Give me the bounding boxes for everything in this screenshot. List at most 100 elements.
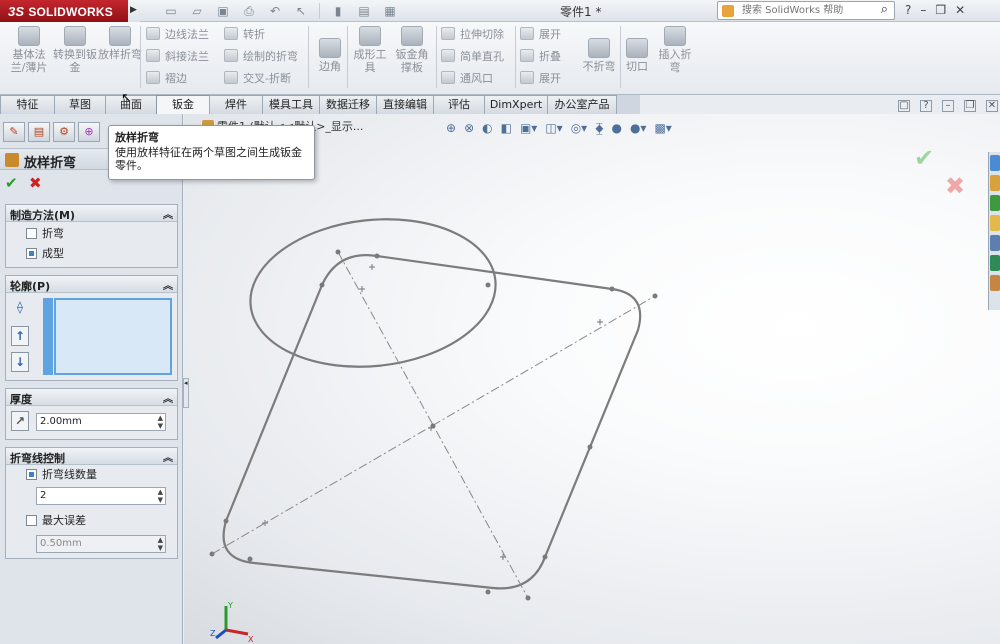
tab-office-products[interactable]: 办公室产品 [547,95,617,114]
select-icon[interactable]: ↖ [290,3,312,19]
view-orientation-icon[interactable]: ▣▾ [520,121,537,136]
thickness-input[interactable]: 2.00mm ▲ ▼ [36,413,166,431]
tab-data-migration[interactable]: 数据迁移 [319,95,377,114]
collapse-icon[interactable]: ︽ [163,277,173,292]
collapse-icon[interactable]: ︽ [163,449,173,464]
vent-button[interactable]: 通风口 [441,70,493,88]
thickness-header[interactable]: 厚度 ︽ [6,389,177,406]
forming-tool-button[interactable]: 成形工具 [350,24,390,74]
display-style-icon[interactable]: ◫▾ [545,121,562,136]
tab-weldments[interactable]: 焊件 [209,95,263,114]
collapse-icon[interactable]: ︽ [163,390,173,405]
hem-button[interactable]: 褶边 [146,70,187,88]
cancel-button[interactable]: ✖ [29,174,42,192]
miter-flange-button[interactable]: 斜接法兰 [146,48,209,66]
reverse-direction-icon[interactable]: ↗ [11,411,29,431]
tab-sketch[interactable]: 草图 [54,95,106,114]
tab-sheet-metal[interactable]: 钣金 [156,95,210,114]
scene-icon[interactable]: ●▾ [630,121,647,136]
sketched-bend-button[interactable]: 绘制的折弯 [224,48,298,66]
option-formed[interactable]: 成型 [26,247,64,261]
edit-appearance-icon[interactable]: ⧱ [595,121,603,136]
gusset-button[interactable]: 钣金角撑板 [392,24,432,74]
options-icon[interactable]: ▦ [379,3,401,19]
view-settings-icon[interactable]: ▩▾ [654,121,671,136]
tab-evaluate[interactable]: 评估 [433,95,485,114]
section-view-icon[interactable]: ◧ [501,121,512,136]
property-manager-icon[interactable]: ▤ [28,122,50,142]
no-bends-button[interactable]: 不折弯 [576,36,622,73]
flatten-button[interactable]: 展开 [520,70,561,88]
close-icon[interactable]: ✕ [955,3,965,17]
pane-collapse-handle[interactable]: ◂ [183,378,189,408]
previous-view-icon[interactable]: ◐ [482,121,492,136]
print-icon[interactable]: ⎙ [238,3,260,19]
file-explorer-icon[interactable] [990,195,1000,211]
bend-line-count-input[interactable]: 2 ▲ ▼ [36,487,166,505]
graphics-area[interactable] [184,114,1000,644]
open-document-icon[interactable]: ▱ [186,3,208,19]
ok-button[interactable]: ✔ [5,174,18,192]
dimxpert-manager-icon[interactable]: ⊕ [78,122,100,142]
doc-close-icon[interactable]: ✕ [986,100,998,112]
insert-bends-button[interactable]: 插入折弯 [654,24,696,74]
solidworks-logo[interactable]: 3S SOLIDWORKS [0,0,128,22]
restore-icon[interactable]: ❐ [935,3,946,17]
view-palette-icon[interactable] [990,235,1000,251]
collapse-icon[interactable]: ︽ [163,206,173,221]
tab-features[interactable]: 特征 [0,95,55,114]
bend-line-control-header[interactable]: 折弯线控制 ︽ [6,448,177,465]
zoom-to-fit-icon[interactable]: ⊕ [446,121,456,136]
custom-properties-icon[interactable] [990,275,1000,291]
feature-manager-icon[interactable]: ✎ [3,122,25,142]
minimize-icon[interactable]: – [920,3,926,17]
rebuild-icon[interactable]: ▮ [327,3,349,19]
file-properties-icon[interactable]: ▤ [353,3,375,19]
profile-selection-list[interactable] [54,298,172,375]
hide-show-icon[interactable]: ◎▾ [571,121,588,136]
option-maximum-deviation[interactable]: 最大误差 [26,514,86,528]
search-icon[interactable]: ⌕ [881,2,888,17]
formed-checkbox[interactable] [26,248,37,259]
number-of-bend-lines-checkbox[interactable] [26,469,37,480]
option-bent[interactable]: 折弯 [26,227,64,241]
doc-minimize-icon[interactable]: – [942,100,954,112]
unfold-button[interactable]: 展开 [520,26,561,44]
simple-hole-button[interactable]: 简单直孔 [441,48,504,66]
bent-checkbox[interactable] [26,228,37,239]
extruded-cut-button[interactable]: 拉伸切除 [441,26,504,44]
help-icon[interactable]: ? [905,3,911,17]
confirm-corner-cancel-icon[interactable]: ✖ [945,172,965,200]
tab-mold-tools[interactable]: 模具工具 [262,95,320,114]
lofted-bend-button[interactable]: 放样折弯 [97,24,143,61]
solidworks-resources-icon[interactable] [990,155,1000,171]
profiles-header[interactable]: 轮廓(P) ︽ [6,276,177,293]
thickness-spinner[interactable]: ▲ ▼ [158,414,163,430]
search-folder-icon[interactable] [990,215,1000,231]
manufacturing-method-header[interactable]: 制造方法(M) ︽ [6,205,177,222]
cross-break-button[interactable]: 交叉-折断 [224,70,291,88]
save-icon[interactable]: ▣ [212,3,234,19]
undo-icon[interactable]: ↶ [264,3,286,19]
help-search-input[interactable] [740,3,870,18]
move-up-icon[interactable]: ↑ [11,326,29,346]
fold-button[interactable]: 折叠 [520,48,561,66]
convert-sheet-metal-button[interactable]: 转换到钣金 [52,24,98,74]
tile-icon[interactable]: ▢ [898,100,910,112]
bend-line-count-spinner[interactable]: ▲ ▼ [158,488,163,504]
menu-arrow-icon[interactable]: ▶ [128,0,140,22]
edge-flange-button[interactable]: 边线法兰 [146,26,209,44]
option-number-of-bend-lines[interactable]: 折弯线数量 [26,468,97,482]
appearances-icon[interactable] [990,255,1000,271]
zoom-area-icon[interactable]: ⊗ [464,121,474,136]
tab-dimxpert[interactable]: DimXpert [484,95,548,114]
jog-button[interactable]: 转折 [224,26,265,44]
design-library-icon[interactable] [990,175,1000,191]
help-search-box[interactable]: ⌕ [717,1,895,20]
confirm-corner-ok-icon[interactable]: ✔ [914,144,934,172]
search-source-icon[interactable] [722,5,734,17]
help-doc-icon[interactable]: ? [920,100,932,112]
rip-button[interactable]: 切口 [620,36,654,73]
tab-direct-editing[interactable]: 直接编辑 [376,95,434,114]
configuration-manager-icon[interactable]: ⚙ [53,122,75,142]
